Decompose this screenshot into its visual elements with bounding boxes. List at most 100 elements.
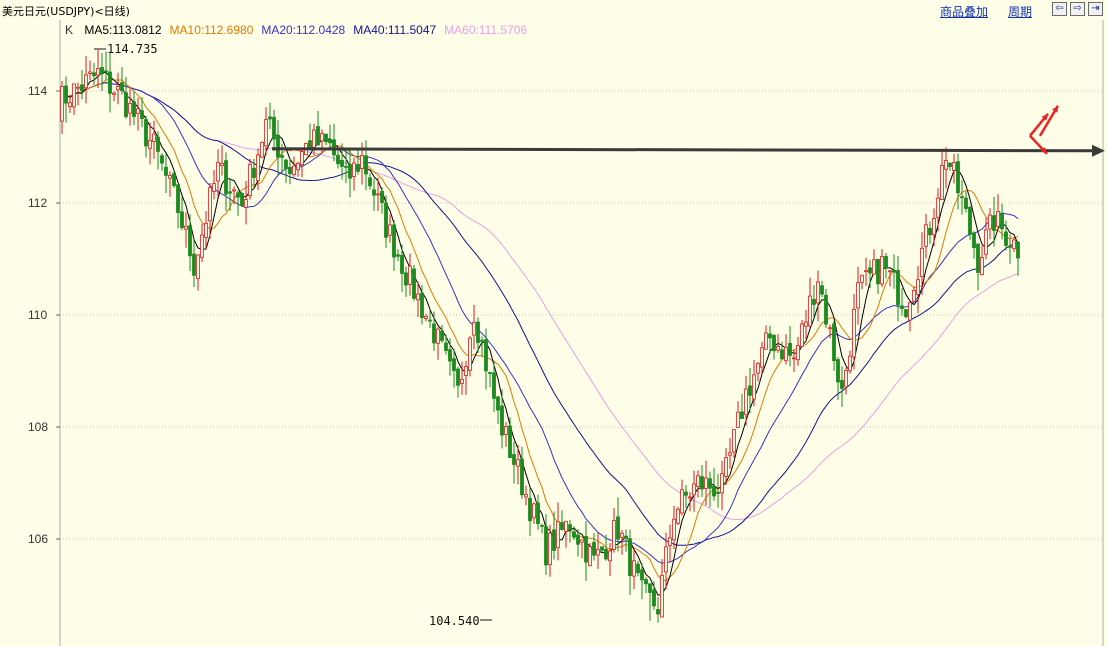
candle-body (992, 215, 996, 231)
candle-body (520, 458, 524, 496)
candle-body (368, 177, 372, 187)
candle-body (764, 332, 768, 350)
candle-body (280, 155, 284, 158)
candle-body (816, 281, 820, 304)
candle-body (416, 293, 420, 301)
candle-body (60, 86, 64, 122)
candle-body (656, 609, 660, 615)
nav-back-button[interactable]: ⇦ (1052, 2, 1067, 16)
candle-body (736, 411, 740, 428)
resistance-line (271, 147, 1093, 153)
candle-body (300, 151, 304, 166)
candle-body (844, 369, 848, 388)
y-tick-label: 108 (28, 420, 48, 434)
candle-body (672, 518, 676, 541)
candle-body (700, 476, 704, 490)
candle-body (172, 173, 176, 187)
candle-body (152, 133, 156, 143)
candle-body (444, 342, 448, 351)
candle-body (264, 119, 268, 147)
candle-body (504, 426, 508, 435)
candle-body (948, 162, 952, 167)
candle-body (876, 258, 880, 285)
candle-body (1000, 212, 1004, 230)
candle-body (252, 167, 256, 178)
candle-body (956, 161, 960, 194)
candle (240, 192, 244, 207)
candle-body (604, 548, 608, 560)
candle-body (888, 270, 892, 273)
candle-body (572, 531, 576, 538)
candle-body (664, 546, 668, 573)
candle-body (904, 309, 908, 318)
candle-body (684, 491, 688, 496)
candle-body (976, 243, 980, 273)
candle-body (244, 198, 248, 208)
candle-body (120, 82, 124, 91)
candle-body (868, 267, 872, 274)
ma-legend-item: MA60:111.5706 (444, 23, 527, 37)
overlay-instrument-link[interactable]: 商品叠加 (940, 3, 988, 20)
candle-body (392, 224, 396, 258)
candle (676, 506, 680, 526)
candle-body (636, 563, 640, 574)
candle-body (224, 160, 228, 195)
nav-end-button[interactable]: ⇥ (1088, 2, 1103, 16)
candle-body (516, 459, 520, 467)
candle-body (792, 357, 796, 360)
high-value-label: 114.735 (107, 42, 158, 56)
candle-body (156, 136, 160, 152)
candle-body (776, 346, 780, 351)
candle-body (468, 337, 472, 371)
candle-body (640, 569, 644, 581)
candle-body (512, 454, 516, 465)
candle-body (128, 103, 132, 114)
candle-body (972, 232, 976, 248)
candle-body (544, 526, 548, 566)
ma-legend-item: MA40:111.5047 (353, 23, 436, 37)
candle-body (548, 532, 552, 565)
candle-body (824, 294, 828, 325)
candle-body (1016, 241, 1020, 259)
candle-body (540, 524, 544, 527)
candle-body (900, 305, 904, 309)
candle-body (360, 155, 364, 169)
candle-body (936, 197, 940, 218)
candle-body (872, 259, 876, 275)
candle-body (524, 494, 528, 498)
candle-body (752, 374, 756, 400)
candle-body (908, 302, 912, 321)
candle-body (588, 546, 592, 567)
candle-body (104, 70, 108, 73)
candle-body (440, 330, 444, 341)
candle-body (968, 206, 972, 235)
candle-body (696, 475, 700, 488)
period-link[interactable]: 周期 (1008, 3, 1032, 20)
k-label: K (65, 23, 73, 37)
ma-legend-item: MA10:112.6980 (170, 23, 254, 37)
candle-body (580, 539, 584, 543)
candle-body (800, 323, 804, 347)
candle-body (560, 522, 564, 530)
candle-body (768, 333, 772, 339)
candle-body (192, 253, 196, 276)
nav-forward-button[interactable]: ⇨ (1070, 2, 1085, 16)
candle-body (232, 189, 236, 192)
candle-body (176, 184, 180, 213)
candle-body (424, 315, 428, 319)
candle-body (208, 187, 212, 222)
candle-body (744, 388, 748, 416)
candle-body (536, 502, 540, 524)
candle-body (720, 473, 724, 494)
candle-body (860, 274, 864, 283)
candle-body (688, 496, 692, 499)
candle-body (364, 155, 368, 175)
y-tick-label: 106 (28, 532, 48, 546)
candle-body (480, 339, 484, 342)
candle-body (328, 139, 332, 144)
candle-body (492, 372, 496, 399)
candle-body (352, 162, 356, 177)
candle-body (204, 222, 208, 238)
candle-body (188, 225, 192, 257)
candle-body (620, 532, 624, 538)
